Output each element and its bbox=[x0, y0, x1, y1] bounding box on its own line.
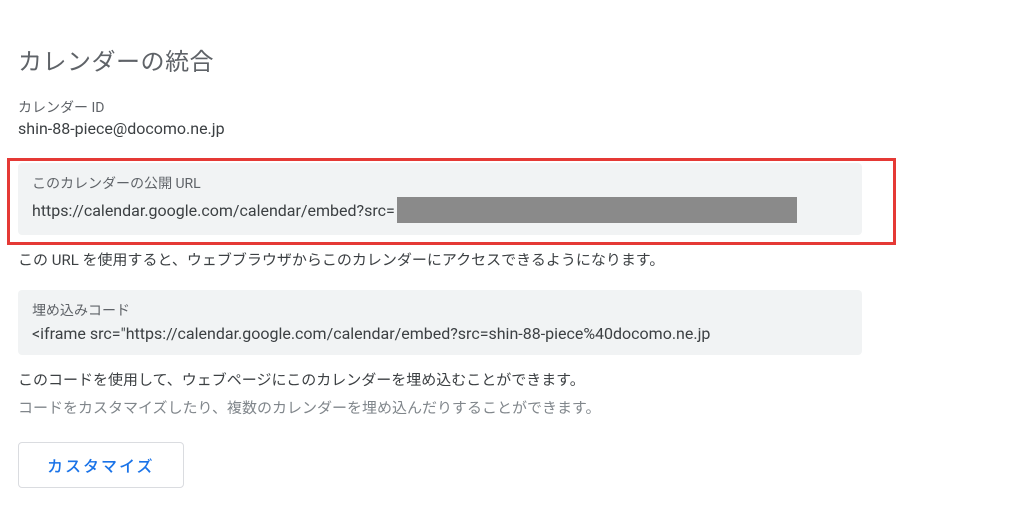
public-url-visible-text: https://calendar.google.com/calendar/emb… bbox=[32, 201, 395, 220]
embed-code-value[interactable]: <iframe src="https://calendar.google.com… bbox=[32, 324, 848, 343]
public-url-label: このカレンダーの公開 URL bbox=[32, 173, 848, 197]
public-url-description: この URL を使用すると、ウェブブラウザからこのカレンダーにアクセスできるよう… bbox=[18, 249, 1006, 272]
redacted-strip bbox=[397, 197, 797, 223]
embed-code-label: 埋め込みコード bbox=[32, 300, 848, 324]
embed-code-block[interactable]: 埋め込みコード <iframe src="https://calendar.go… bbox=[18, 290, 862, 355]
section-title: カレンダーの統合 bbox=[18, 0, 1006, 99]
embed-code-description-2: コードをカスタマイズしたり、複数のカレンダーを埋め込んだりすることができます。 bbox=[18, 397, 1006, 420]
customize-button[interactable]: カスタマイズ bbox=[18, 442, 184, 488]
calendar-id-label: カレンダー ID bbox=[18, 99, 1006, 118]
embed-code-description-1: このコードを使用して、ウェブページにこのカレンダーを埋め込むことができます。 bbox=[18, 369, 1006, 392]
public-url-block[interactable]: このカレンダーの公開 URL https://calendar.google.c… bbox=[18, 163, 862, 235]
calendar-id-value[interactable]: shin-88-piece@docomo.ne.jp bbox=[18, 118, 1006, 146]
public-url-value[interactable]: https://calendar.google.com/calendar/emb… bbox=[32, 197, 848, 223]
